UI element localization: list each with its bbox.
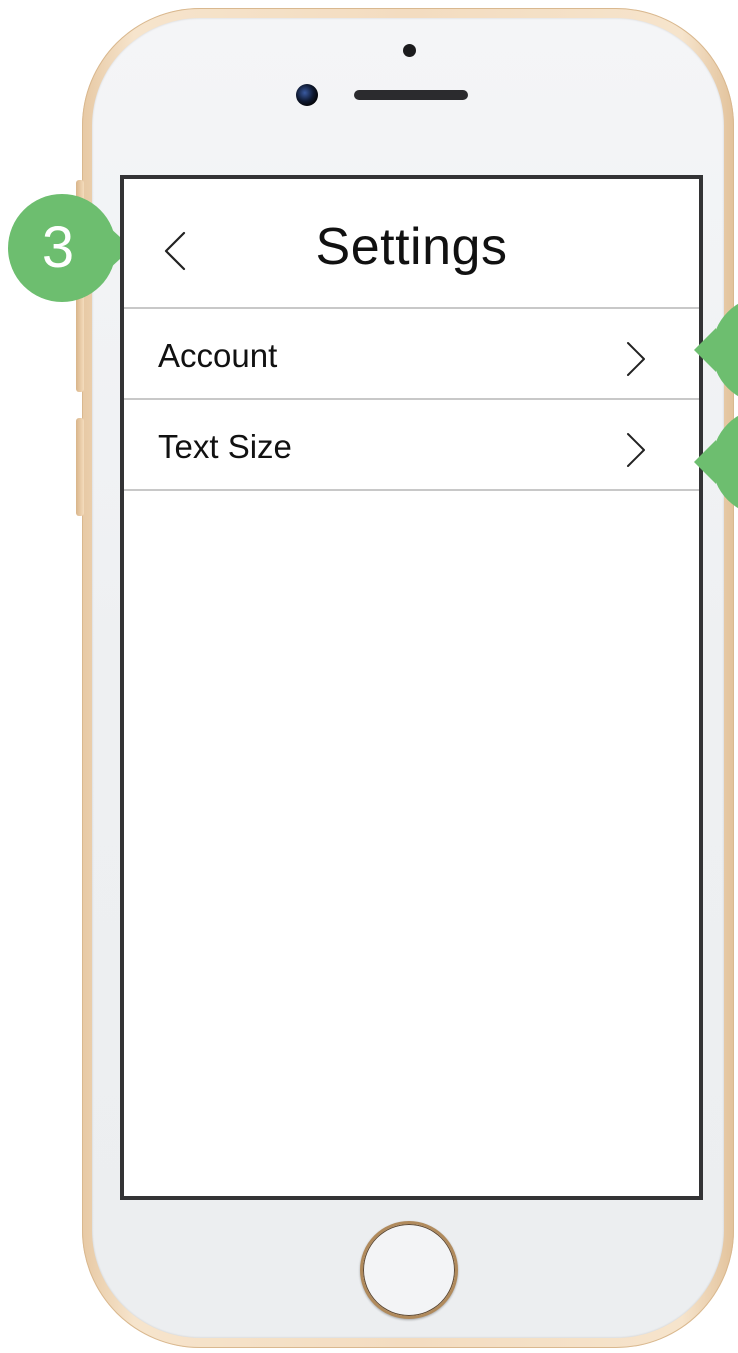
volume-down-button [76, 418, 84, 516]
page-title: Settings [315, 218, 508, 276]
chevron-right-icon [627, 433, 645, 467]
list-item-label: Text Size [158, 428, 292, 465]
list-item-text-size[interactable]: Text Size [124, 400, 699, 491]
phone-screen: Settings Account Text Size [120, 175, 703, 1200]
front-camera-icon [296, 84, 318, 106]
annotation-marker-partial [694, 303, 738, 397]
annotation-marker-number: 3 [41, 215, 75, 280]
earpiece-speaker [354, 90, 468, 100]
list-item-label: Account [158, 337, 278, 374]
sensor-dot [403, 44, 416, 57]
annotation-marker-partial [694, 415, 738, 509]
home-button[interactable] [360, 1221, 458, 1319]
navigation-bar: Settings [124, 179, 699, 309]
chevron-right-icon [627, 342, 645, 376]
stage: Settings Account Text Size 3 [0, 0, 738, 1353]
list-item-account[interactable]: Account [124, 309, 699, 400]
